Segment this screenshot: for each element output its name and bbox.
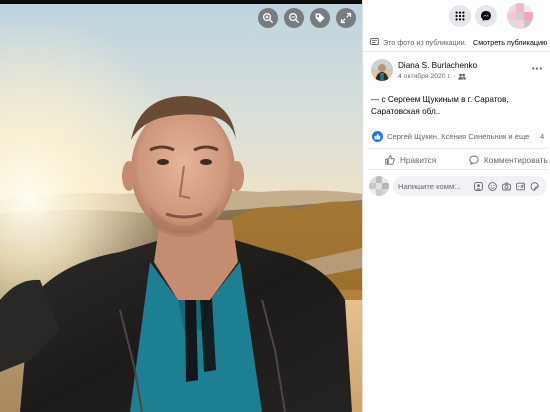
commenter-avatar-image (369, 176, 389, 196)
camera-button[interactable] (501, 180, 511, 192)
viewer-top-bar (0, 0, 362, 4)
author-name[interactable]: Diana S. Burlachenko (398, 61, 477, 70)
zoom-in-icon (262, 12, 274, 24)
reactions-summary: Сергей Щукин, Ксения Синельник и еще 4 (363, 129, 550, 145)
post-icon (370, 38, 379, 45)
menu-button[interactable] (449, 5, 471, 27)
gif-button[interactable] (515, 180, 525, 192)
post-photo[interactable] (0, 0, 362, 412)
post-side-panel: Это фото из публикации. Смотреть публика… (362, 0, 550, 412)
account-avatar[interactable] (507, 3, 533, 29)
commenter-avatar[interactable] (369, 176, 389, 196)
photo-from-post-notice: Это фото из публикации. Смотреть публика… (363, 32, 550, 52)
friends-icon[interactable] (458, 73, 466, 80)
zoom-in-button[interactable] (258, 8, 278, 28)
camera-icon (501, 182, 511, 190)
tag-icon (315, 13, 325, 23)
avatar-sticker-button[interactable] (473, 180, 483, 192)
photo-viewer-page: Это фото из публикации. Смотреть публика… (0, 0, 550, 412)
reactors-names[interactable]: Сергей Щукин, Ксения Синельник и еще (387, 132, 529, 141)
post-meta: 4 октября 2020 г. · (398, 73, 466, 80)
comment-input[interactable] (398, 179, 472, 193)
fullscreen-icon (340, 12, 352, 24)
viewer-toolbar (258, 8, 356, 28)
comment-icon (469, 155, 479, 165)
like-reaction-icon[interactable] (372, 131, 383, 142)
tagged-person-link[interactable]: Сергеем Щукиным (388, 95, 459, 104)
emoji-icon (487, 181, 497, 191)
comment-button[interactable]: Комментировать (469, 153, 548, 167)
zoom-out-icon (288, 12, 300, 24)
write-comment-row (363, 174, 550, 198)
comment-label: Комментировать (484, 155, 548, 165)
zoom-out-button[interactable] (284, 8, 304, 28)
author-avatar-image (371, 59, 393, 81)
author-avatar[interactable] (371, 59, 393, 81)
post-actions-bar: Нравится Комментировать (369, 148, 548, 170)
reactions-count[interactable]: 4 (540, 132, 544, 141)
post-text: — с Сергеем Щукиным в г. Саратов, Сарато… (371, 94, 547, 118)
like-label: Нравится (400, 155, 437, 165)
like-button[interactable]: Нравится (385, 153, 436, 167)
comment-tools (473, 180, 539, 192)
thumbs-up-icon (374, 133, 381, 140)
fullscreen-button[interactable] (336, 8, 356, 28)
photo-viewer (0, 0, 362, 412)
view-post-link[interactable]: Смотреть публикацию (473, 38, 547, 47)
like-icon (385, 155, 395, 165)
sticker-button[interactable] (529, 180, 539, 192)
notice-text: Это фото из публикации. (383, 38, 467, 47)
more-dots-icon (532, 66, 542, 70)
post-text-prefix: — с (371, 95, 388, 104)
sticker-icon (530, 181, 539, 191)
messenger-button[interactable] (475, 5, 497, 27)
tag-photo-button[interactable] (310, 8, 330, 28)
comment-box (393, 176, 547, 196)
emoji-button[interactable] (487, 180, 497, 192)
grid-menu-icon (455, 11, 465, 21)
post-text-middle: в (458, 95, 468, 104)
gif-icon (515, 182, 525, 190)
post-author-header: Diana S. Burlachenko 4 октября 2020 г. · (363, 52, 550, 88)
post-options-button[interactable] (530, 62, 544, 74)
avatar-sticker-icon (473, 181, 483, 191)
top-bar (363, 0, 550, 32)
post-date[interactable]: 4 октября 2020 г. · (398, 73, 455, 80)
messenger-icon (481, 11, 491, 21)
account-avatar-image (507, 3, 533, 29)
post-text-suffix: . (438, 107, 441, 116)
